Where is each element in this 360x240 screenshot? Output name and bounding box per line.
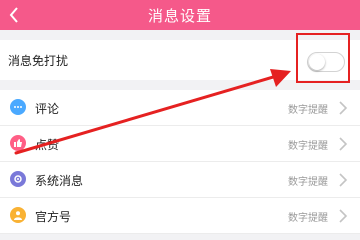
chevron-right-icon xyxy=(336,100,350,116)
list-item-official-account[interactable]: 官方号 数字提醒 xyxy=(0,198,360,234)
do-not-disturb-label: 消息免打扰 xyxy=(8,54,69,68)
list-item-value: 数字提醒 xyxy=(288,105,328,116)
list-item-label: 评论 xyxy=(35,102,60,116)
chevron-right-icon xyxy=(336,172,350,188)
chevron-right-icon xyxy=(336,136,350,152)
list-item-value: 数字提醒 xyxy=(288,141,328,152)
list-item-label: 点赞 xyxy=(35,138,60,152)
back-arrow-icon[interactable] xyxy=(6,5,22,25)
list-item-label: 系统消息 xyxy=(35,174,84,188)
annotation-highlight-box xyxy=(296,33,350,83)
thumbs-up-icon xyxy=(10,135,26,151)
list-item-label: 官方号 xyxy=(35,210,72,224)
comment-icon xyxy=(10,99,26,115)
list-item-value: 数字提醒 xyxy=(288,177,328,188)
page-title: 消息设置 xyxy=(147,6,212,25)
list-item-system-messages[interactable]: 系统消息 数字提醒 xyxy=(0,162,360,198)
list-item-comment[interactable]: 评论 数字提醒 xyxy=(0,90,360,126)
list-item-value: 数字提醒 xyxy=(288,213,328,224)
official-account-icon xyxy=(10,207,26,223)
system-gear-icon xyxy=(10,171,26,187)
message-type-list: 评论 数字提醒 点赞 数字提醒 系统消息 数字提醒 官方号 数字提醒 xyxy=(0,90,360,234)
list-item-likes[interactable]: 点赞 数字提醒 xyxy=(0,126,360,162)
chevron-right-icon xyxy=(336,208,350,224)
title-bar: 消息设置 xyxy=(0,0,360,30)
